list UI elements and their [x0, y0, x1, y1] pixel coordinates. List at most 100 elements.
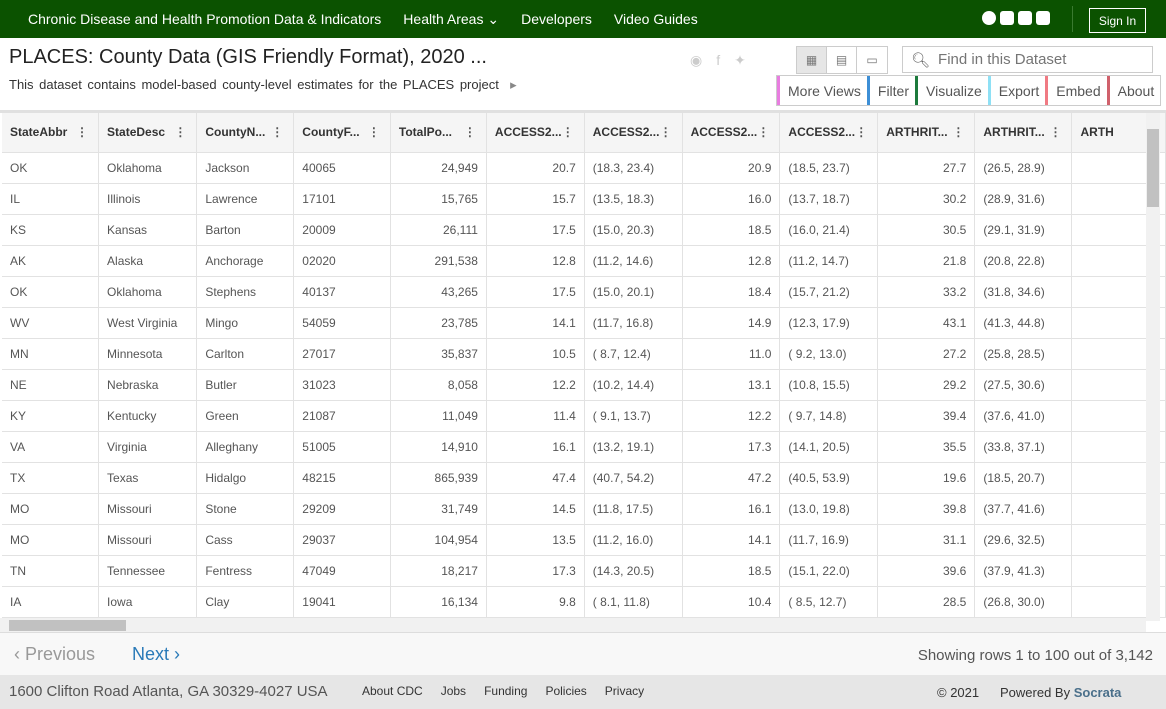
- instagram-icon[interactable]: [1036, 11, 1050, 25]
- table-cell: Oklahoma: [98, 152, 198, 184]
- table-cell: (26.5, 28.9): [974, 152, 1073, 184]
- previous-button[interactable]: ‹ Previous: [14, 644, 95, 665]
- footer-link-jobs[interactable]: Jobs: [441, 684, 466, 698]
- embed-button[interactable]: Embed: [1045, 76, 1106, 105]
- search-input[interactable]: [938, 51, 1139, 68]
- card-view-icon[interactable]: ▤: [827, 47, 857, 73]
- column-header-label: ACCESS2...: [788, 125, 856, 140]
- column-header[interactable]: ACCESS2... ⋮: [486, 113, 585, 153]
- table-row[interactable]: MO Missouri Cass 29037 104,954 13.5 (11.2, 16.…: [2, 524, 1166, 556]
- footer-link-privacy[interactable]: Privacy: [605, 684, 644, 698]
- table-cell: 18.4: [682, 276, 781, 308]
- nav-link-video-guides[interactable]: Video Guides: [614, 11, 698, 28]
- nav-link-cdi[interactable]: Chronic Disease and Health Promotion Dat…: [28, 11, 381, 28]
- facebook-icon[interactable]: [982, 11, 996, 25]
- previous-label: Previous: [25, 644, 96, 664]
- dataset-search: 🔍︎: [902, 46, 1153, 73]
- table-row[interactable]: NE Nebraska Butler 31023 8,058 12.2 (10.2, 14.…: [2, 369, 1166, 401]
- rss-icon[interactable]: ◉: [690, 52, 702, 69]
- table-row[interactable]: KY Kentucky Green 21087 11,049 11.4( 9.1, 13.…: [2, 400, 1166, 432]
- table-cell: AK: [2, 245, 100, 277]
- table-row[interactable]: MO Missouri Stone 29209 31,749 14.5 (11.8, 17.…: [2, 493, 1166, 525]
- column-menu-icon[interactable]: ⋮: [562, 125, 574, 139]
- next-button[interactable]: Next ›: [132, 644, 180, 665]
- column-header[interactable]: ACCESS2... ⋮: [584, 113, 683, 153]
- youtube-icon[interactable]: [1018, 11, 1032, 25]
- column-header[interactable]: CountyN... ⋮: [196, 113, 295, 153]
- table-cell: 31.1: [877, 524, 976, 556]
- table-cell: (13.5, 18.3): [584, 183, 683, 215]
- table-row[interactable]: OK Oklahoma Jackson 40065 24,949 20.7 (18.3, 2…: [2, 152, 1166, 184]
- table-row[interactable]: IL Illinois Lawrence 17101 15,765 15.7 (13.5, …: [2, 183, 1166, 215]
- more-views-button[interactable]: More Views: [777, 76, 867, 105]
- powered-by[interactable]: Powered By Socrata: [1000, 685, 1121, 700]
- table-row[interactable]: TN Tennessee Fentress 47049 18,217 17.3 (14.3,…: [2, 555, 1166, 587]
- column-header[interactable]: ARTHRIT... ⋮: [974, 113, 1073, 153]
- twitter-icon[interactable]: [1000, 11, 1014, 25]
- column-header[interactable]: TotalPo... ⋮: [390, 113, 487, 153]
- table-row[interactable]: WV West Virginia Mingo 54059 23,785 14.1 (11.7…: [2, 307, 1166, 339]
- table-row[interactable]: OK Oklahoma Stephens 40137 43,265 17.5 (15.0, …: [2, 276, 1166, 308]
- column-header[interactable]: StateAbbr ⋮: [2, 113, 100, 153]
- table-cell: (11.2, 16.0): [584, 524, 683, 556]
- table-cell: (31.8, 34.6): [974, 276, 1073, 308]
- table-cell: 291,538: [390, 245, 487, 277]
- facebook-share-icon[interactable]: f: [716, 52, 720, 69]
- table-row[interactable]: IA Iowa Clay 19041 16,134 9.8( 8.1, 11.8) 10.4…: [2, 586, 1166, 618]
- table-row[interactable]: KS Kansas Barton 20009 26,111 17.5 (15.0, 20.3…: [2, 214, 1166, 246]
- column-menu-icon[interactable]: ⋮: [757, 125, 769, 139]
- table-cell: 47.4: [486, 462, 585, 494]
- column-menu-icon[interactable]: ⋮: [271, 125, 283, 139]
- column-header[interactable]: ACCESS2... ⋮: [779, 113, 879, 153]
- column-header[interactable]: CountyF... ⋮: [293, 113, 391, 153]
- nav-link-developers[interactable]: Developers: [521, 11, 592, 28]
- column-menu-icon[interactable]: ⋮: [952, 125, 964, 139]
- column-header[interactable]: StateDesc ⋮: [98, 113, 198, 153]
- row-view-icon[interactable]: ▭: [857, 47, 887, 73]
- footer-link-policies[interactable]: Policies: [545, 684, 586, 698]
- column-menu-icon[interactable]: ⋮: [76, 125, 88, 139]
- column-header[interactable]: ARTHRIT... ⋮: [877, 113, 976, 153]
- footer-link-funding[interactable]: Funding: [484, 684, 527, 698]
- table-row[interactable]: VA Virginia Alleghany 51005 14,910 16.1 (13.2,…: [2, 431, 1166, 463]
- table-cell: OK: [2, 276, 100, 308]
- vertical-scrollbar[interactable]: [1146, 113, 1160, 621]
- column-header-label: TotalPo...: [398, 125, 452, 140]
- table-cell: 43.1: [877, 307, 976, 339]
- horizontal-scroll-thumb[interactable]: [9, 620, 126, 631]
- table-cell: (11.7, 16.9): [779, 524, 879, 556]
- table-row[interactable]: AK Alaska Anchorage 02020 291,538 12.8 (11.2, …: [2, 245, 1166, 277]
- twitter-share-icon[interactable]: ✦: [734, 52, 746, 69]
- table-cell: Missouri: [98, 524, 198, 556]
- table-cell: ( 9.2, 13.0): [779, 338, 879, 370]
- horizontal-scrollbar[interactable]: [0, 618, 1146, 632]
- column-menu-icon[interactable]: ⋮: [855, 125, 867, 139]
- about-button[interactable]: About: [1106, 76, 1161, 105]
- filter-button[interactable]: Filter: [866, 76, 915, 105]
- export-button[interactable]: Export: [987, 76, 1045, 105]
- table-cell: 35.5: [877, 431, 976, 463]
- table-cell: 14.1: [486, 307, 585, 339]
- table-cell: 47.2: [682, 462, 781, 494]
- nav-link-health-areas[interactable]: Health Areas ⌄: [403, 11, 499, 28]
- column-menu-icon[interactable]: ⋮: [368, 125, 380, 139]
- chevron-left-icon: ‹: [14, 644, 20, 664]
- vertical-scroll-thumb[interactable]: [1147, 129, 1159, 207]
- column-menu-icon[interactable]: ⋮: [660, 125, 672, 139]
- table-row[interactable]: TX Texas Hidalgo 48215 865,939 47.4 (40.7, 54.…: [2, 462, 1166, 494]
- column-menu-icon[interactable]: ⋮: [464, 125, 476, 139]
- visualize-button[interactable]: Visualize: [915, 76, 988, 105]
- column-header[interactable]: ACCESS2... ⋮: [682, 113, 781, 153]
- grid-view-icon[interactable]: ▦: [797, 47, 827, 73]
- table-cell: (41.3, 44.8): [974, 307, 1073, 339]
- column-header-label: ACCESS2...: [592, 125, 660, 140]
- table-cell: 16.1: [682, 493, 781, 525]
- column-menu-icon[interactable]: ⋮: [1049, 125, 1061, 139]
- sign-in-button[interactable]: Sign In: [1089, 8, 1146, 33]
- table-row[interactable]: MN Minnesota Carlton 27017 35,837 10.5( 8.7, …: [2, 338, 1166, 370]
- expand-description-icon[interactable]: ▸: [510, 77, 517, 92]
- column-menu-icon[interactable]: ⋮: [174, 125, 186, 139]
- table-cell: Iowa: [98, 586, 198, 618]
- footer-link-about[interactable]: About CDC: [362, 684, 423, 698]
- table-cell: OK: [2, 152, 100, 184]
